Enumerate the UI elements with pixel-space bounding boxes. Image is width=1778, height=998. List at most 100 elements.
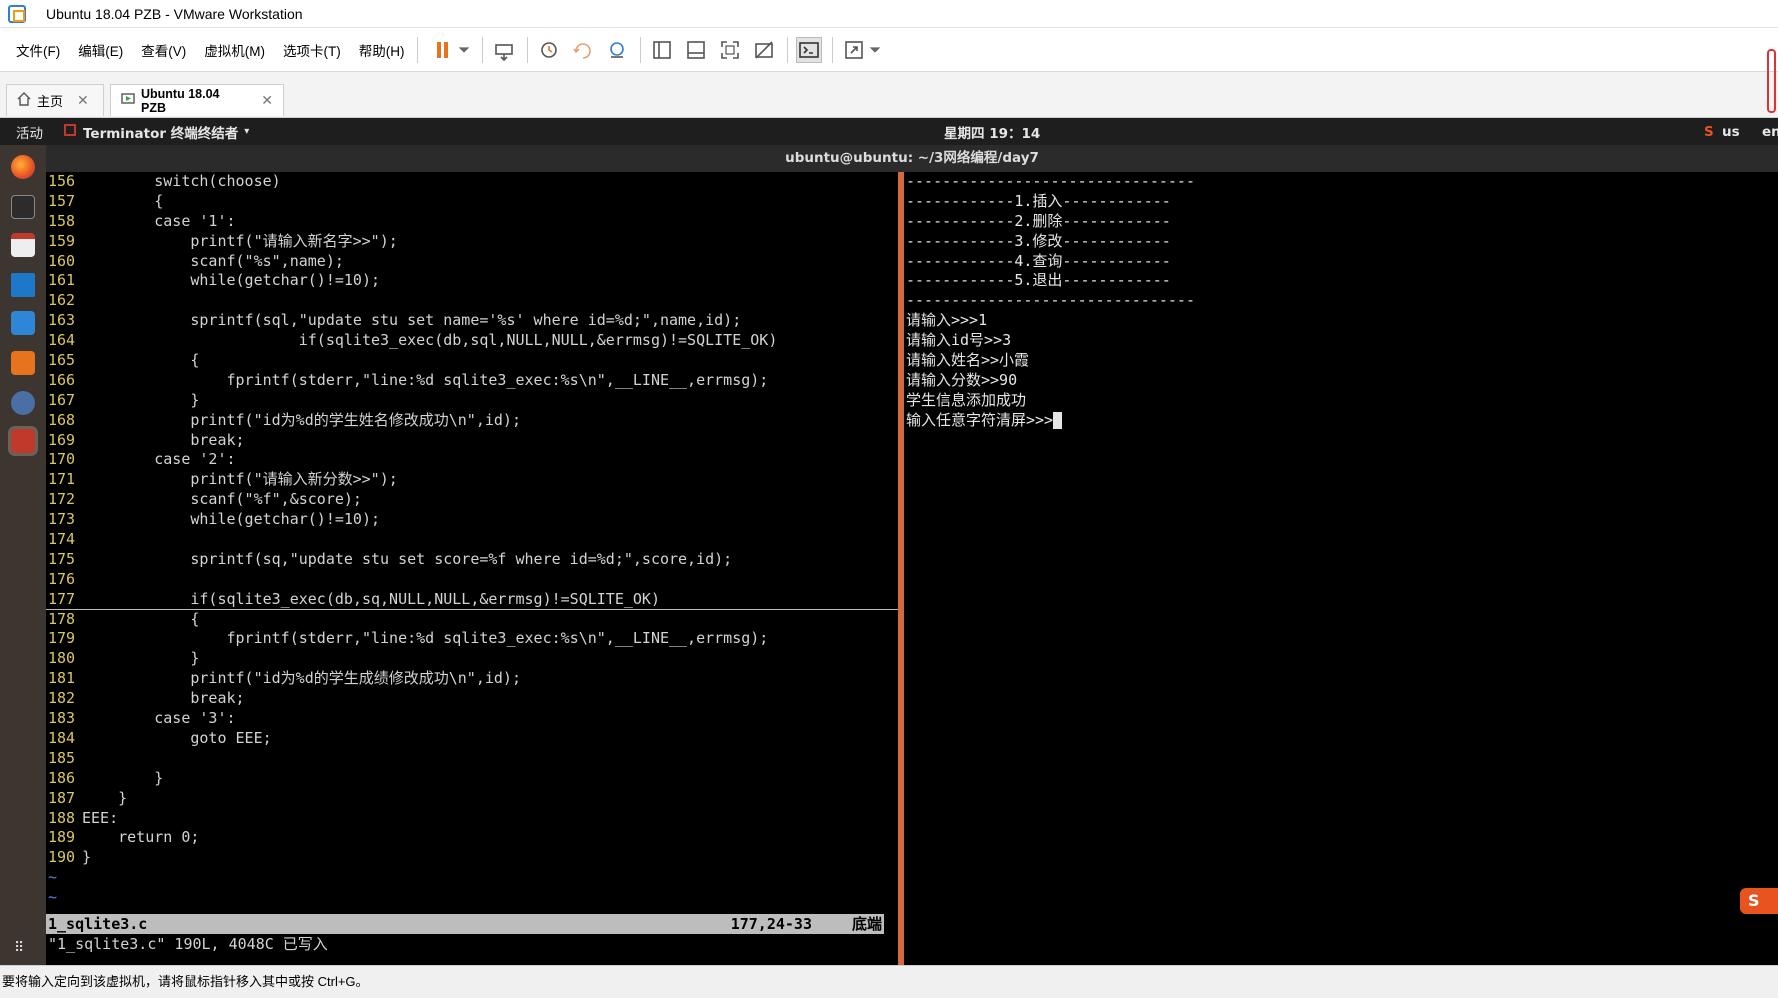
console-view-icon[interactable] [795,36,822,63]
code-text: } [82,848,92,867]
toolbar-separator [481,36,483,63]
code-line: 189 return 0; [46,828,898,848]
terminal-icon[interactable] [11,195,35,219]
language-indicator[interactable]: en [1762,124,1778,140]
line-number: 159 [48,231,76,250]
output-text: 输入任意字符清屏>>> [906,410,1054,429]
input-method[interactable]: us [1722,124,1740,140]
chevron-down-icon[interactable] [867,37,883,63]
output-line: ------------3.修改------------ [904,232,1778,252]
fullscreen-icon[interactable] [717,37,743,63]
code-line: 176 [46,570,898,590]
vm-icon [121,92,135,109]
output-text: ------------5.退出------------ [906,271,1171,290]
output-text: 请输入id号>>3 [906,331,1012,350]
code-text: goto EEE; [82,728,272,747]
snapshot-icon[interactable] [536,37,562,63]
unity-icon[interactable] [751,37,777,63]
output-line: 学生信息添加成功 [904,391,1778,411]
vscode-icon[interactable] [11,273,35,297]
line-number: 175 [48,549,76,568]
code-line: 178 { [46,610,898,630]
tab-ubuntu[interactable]: Ubuntu 18.04 PZB ✕ [110,84,284,116]
line-number: 173 [48,510,76,529]
output-line: 请输入id号>>3 [904,331,1778,351]
code-text: while(getchar()!=10); [82,510,381,529]
tab-home[interactable]: 主页 ✕ [6,84,104,116]
output-line: ------------4.查询------------ [904,252,1778,272]
send-keys-icon[interactable] [491,37,517,63]
clock[interactable]: 星期四 19：14 [944,122,1040,142]
close-icon[interactable]: ✕ [261,92,273,109]
firefox-icon[interactable] [11,155,35,179]
terminal-cursor [1053,411,1063,429]
output-text: 请输入分数>>90 [906,370,1018,389]
network-icon[interactable] [11,391,35,415]
pause-icon[interactable] [430,37,456,63]
output-pane[interactable]: -------------------------------- --------… [904,172,1778,965]
menu-view[interactable]: 查看(V) [139,38,188,62]
code-text: scanf("%f",&score); [82,490,362,509]
snapshot-manager-icon[interactable] [604,37,630,63]
output-line: -------------------------------- [904,291,1778,311]
code-text: } [82,788,128,807]
code-text: case '2': [82,450,236,469]
show-apps-icon[interactable]: ⠿ [14,941,25,955]
toolbar-separator [416,36,418,63]
status-scroll: 底端 [851,915,882,933]
line-number: 168 [48,410,76,429]
menubar: 文件(F) 编辑(E) 查看(V) 虚拟机(M) 选项卡(T) 帮助(H) [0,28,1778,72]
files-icon[interactable] [11,233,35,257]
code-text: { [82,609,200,628]
code-line: 174 [46,530,898,550]
code-text: { [82,351,200,370]
thumbnail-view-icon[interactable] [683,37,709,63]
stretch-icon[interactable] [841,37,867,63]
code-line: 173 while(getchar()!=10); [46,510,898,530]
output-line: ------------1.插入------------ [904,192,1778,212]
output-text: 学生信息添加成功 [906,390,1027,409]
menu-help[interactable]: 帮助(H) [357,38,407,62]
activities-button[interactable]: 活动 [16,122,43,142]
line-number: 183 [48,709,76,728]
sidebar-view-icon[interactable] [649,37,675,63]
code-text: return 0; [82,828,200,847]
code-text: if(sqlite3_exec(db,sql,NULL,NULL,&errmsg… [82,331,778,350]
code-line: 164 if(sqlite3_exec(db,sql,NULL,NULL,&er… [46,331,898,351]
menu-file[interactable]: 文件(F) [14,38,62,62]
terminator-dock-icon[interactable] [8,426,38,456]
chevron-down-icon[interactable]: ▾ [244,126,249,137]
sogou-icon[interactable]: S [1704,124,1714,140]
menu-edit[interactable]: 编辑(E) [76,38,125,62]
line-number: 176 [48,569,76,588]
status-cursor-pos: 177,24-33 [730,915,812,933]
line-number: 190 [48,848,76,867]
chevron-down-icon[interactable] [456,37,472,63]
output-lines: -------------------------------- --------… [904,172,1778,431]
empty-line-marker: ~ [48,868,58,887]
code-text: case '1': [82,211,236,230]
line-number: 184 [48,728,76,747]
software-center-icon[interactable] [11,351,35,375]
code-line: 157 { [46,192,898,212]
menu-vm[interactable]: 虚拟机(M) [202,38,267,62]
code-line: 165 { [46,351,898,371]
code-line: 184 goto EEE; [46,729,898,749]
sogou-float-icon[interactable]: S [1740,888,1778,914]
close-icon[interactable]: ✕ [77,92,89,109]
code-text: printf("请输入新分数>>"); [82,470,398,489]
output-text: 请输入>>>1 [906,311,988,330]
code-view: 156 switch(choose) 157 {158 case '1': 159 … [46,172,898,868]
code-text: printf("id为%d的学生姓名修改成功\n",id); [82,410,521,429]
app-menu[interactable]: Terminator 终端终结者 [83,122,238,142]
vim-pane[interactable]: 156 switch(choose) 157 {158 case '1': 159 … [46,172,898,965]
vim-icon[interactable] [11,311,35,335]
menu-tabs[interactable]: 选项卡(T) [281,38,343,62]
output-text: -------------------------------- [906,172,1195,190]
line-number: 177 [48,589,76,608]
revert-snapshot-icon[interactable] [570,37,596,63]
window-titlebar: Ubuntu 18.04 PZB - VMware Workstation [0,0,1778,28]
toolbar-separator [786,36,788,63]
terminator-icon [63,123,77,141]
line-number: 182 [48,689,76,708]
